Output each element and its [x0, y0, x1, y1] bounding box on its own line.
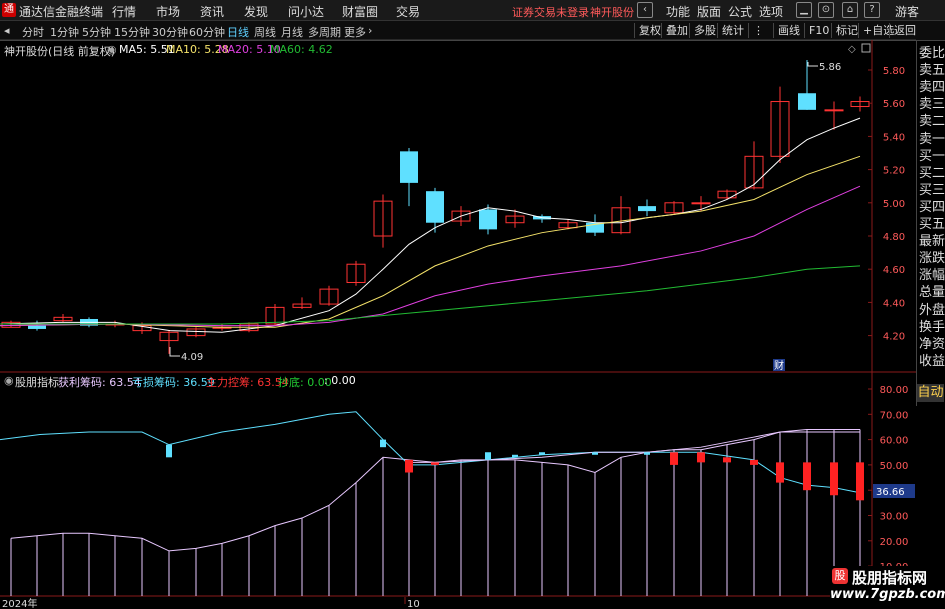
side-item-17: 净资	[919, 336, 945, 352]
watermark-title: 股朋指标网	[852, 569, 928, 587]
high-price-label: 5.86	[819, 62, 841, 73]
side-item-14: 总量	[919, 285, 945, 301]
red-marker	[697, 452, 705, 463]
cyan-marker	[539, 452, 545, 455]
side-item-4: 卖二	[919, 114, 945, 130]
candle-body	[479, 209, 497, 230]
side-item-3: 卖三	[919, 97, 945, 113]
cyan-marker	[512, 454, 518, 458]
price-axis-label: 4.40	[883, 298, 905, 309]
cyan-marker	[644, 452, 650, 455]
candle-body	[691, 202, 711, 205]
red-marker	[431, 462, 439, 465]
high-marker	[807, 62, 818, 67]
price-axis-label: 4.80	[883, 232, 905, 243]
cyan-marker	[592, 452, 598, 455]
red-marker	[856, 462, 864, 501]
indicator-axis-label: 80.00	[880, 385, 909, 396]
side-item-8: 买三	[919, 182, 945, 198]
watermark-url: www.7gpzb.com	[830, 587, 945, 602]
side-item-10: 买五	[919, 217, 945, 232]
side-item-5: 卖一	[919, 131, 945, 147]
control-line	[409, 431, 860, 463]
side-item-15: 外盘	[919, 302, 945, 318]
red-marker	[670, 452, 678, 465]
side-item-6: 买一	[919, 148, 945, 164]
side-item-18: 收益	[919, 353, 945, 369]
side-item-7: 买二	[919, 165, 945, 181]
finance-marker: 财	[774, 359, 784, 372]
price-axis-label: 5.20	[883, 166, 905, 177]
low-price-label: 4.09	[181, 352, 203, 363]
side-item-13: 涨幅	[919, 268, 945, 284]
side-item-9: 买四	[919, 199, 945, 215]
candle-body	[824, 109, 844, 112]
candle-body	[638, 206, 656, 212]
red-marker	[750, 459, 758, 465]
red-marker	[723, 457, 731, 463]
price-axis-label: 5.60	[883, 99, 905, 110]
candle-body	[400, 151, 418, 183]
price-axis-label: 5.00	[883, 199, 905, 210]
diamond-icon[interactable]: ◇	[848, 44, 856, 55]
side-item-1: 卖五	[919, 63, 945, 79]
x-axis-month: 10	[407, 599, 420, 609]
side-item-2: 卖四	[919, 80, 945, 96]
cyan-marker	[166, 444, 172, 458]
cyan-marker	[380, 439, 386, 448]
current-value: 36.66	[876, 487, 905, 498]
low-marker	[169, 347, 180, 357]
price-axis-label: 5.80	[883, 66, 905, 77]
x-axis-year: 2024年	[2, 597, 37, 609]
side-item-16: 换手	[919, 319, 945, 335]
side-item-11: 最新	[919, 234, 945, 250]
kline-chart[interactable]: 5.80 5.60 5.40 5.20 5.00 4.80 4.60 4.40 4.20 80.0…	[0, 0, 945, 609]
watermark-box: 股朋指标网 www.7gpzb.com 股	[830, 566, 945, 606]
watermark-logo-icon: 股	[832, 568, 848, 584]
expand-icon[interactable]	[861, 43, 871, 53]
auto-toggle[interactable]: 自动	[917, 384, 944, 402]
candle-body	[426, 191, 444, 223]
candle-body	[798, 93, 816, 110]
quote-side-panel: 委比卖五 卖四 卖三 卖二 卖一 买一 买二 买三 买四买五最新 涨跌 涨幅 总量 外盘 换手 净资 收益	[916, 41, 945, 406]
side-item-12: 涨跌	[919, 251, 945, 267]
red-marker	[830, 462, 838, 496]
price-axis-label: 4.20	[883, 332, 905, 343]
ma60-line	[0, 265, 861, 325]
indicator-axis-label: 50.00	[880, 461, 909, 472]
ma10-line	[0, 155, 861, 328]
cyan-marker	[485, 452, 491, 460]
price-axis-label: 4.60	[883, 265, 905, 276]
indicator-axis-label: 60.00	[880, 436, 909, 447]
price-axis-label: 5.40	[883, 132, 905, 143]
ma5-line	[0, 117, 861, 333]
red-marker	[405, 459, 413, 473]
candle-body	[28, 325, 46, 329]
indicator-axis-label: 70.00	[880, 410, 909, 421]
red-marker	[776, 462, 784, 483]
loss-line	[0, 411, 861, 494]
indicator-axis-label: 30.00	[880, 512, 909, 523]
side-item-0: 委比	[919, 46, 945, 61]
indicator-axis-label: 20.00	[880, 537, 909, 548]
red-marker	[803, 462, 811, 491]
